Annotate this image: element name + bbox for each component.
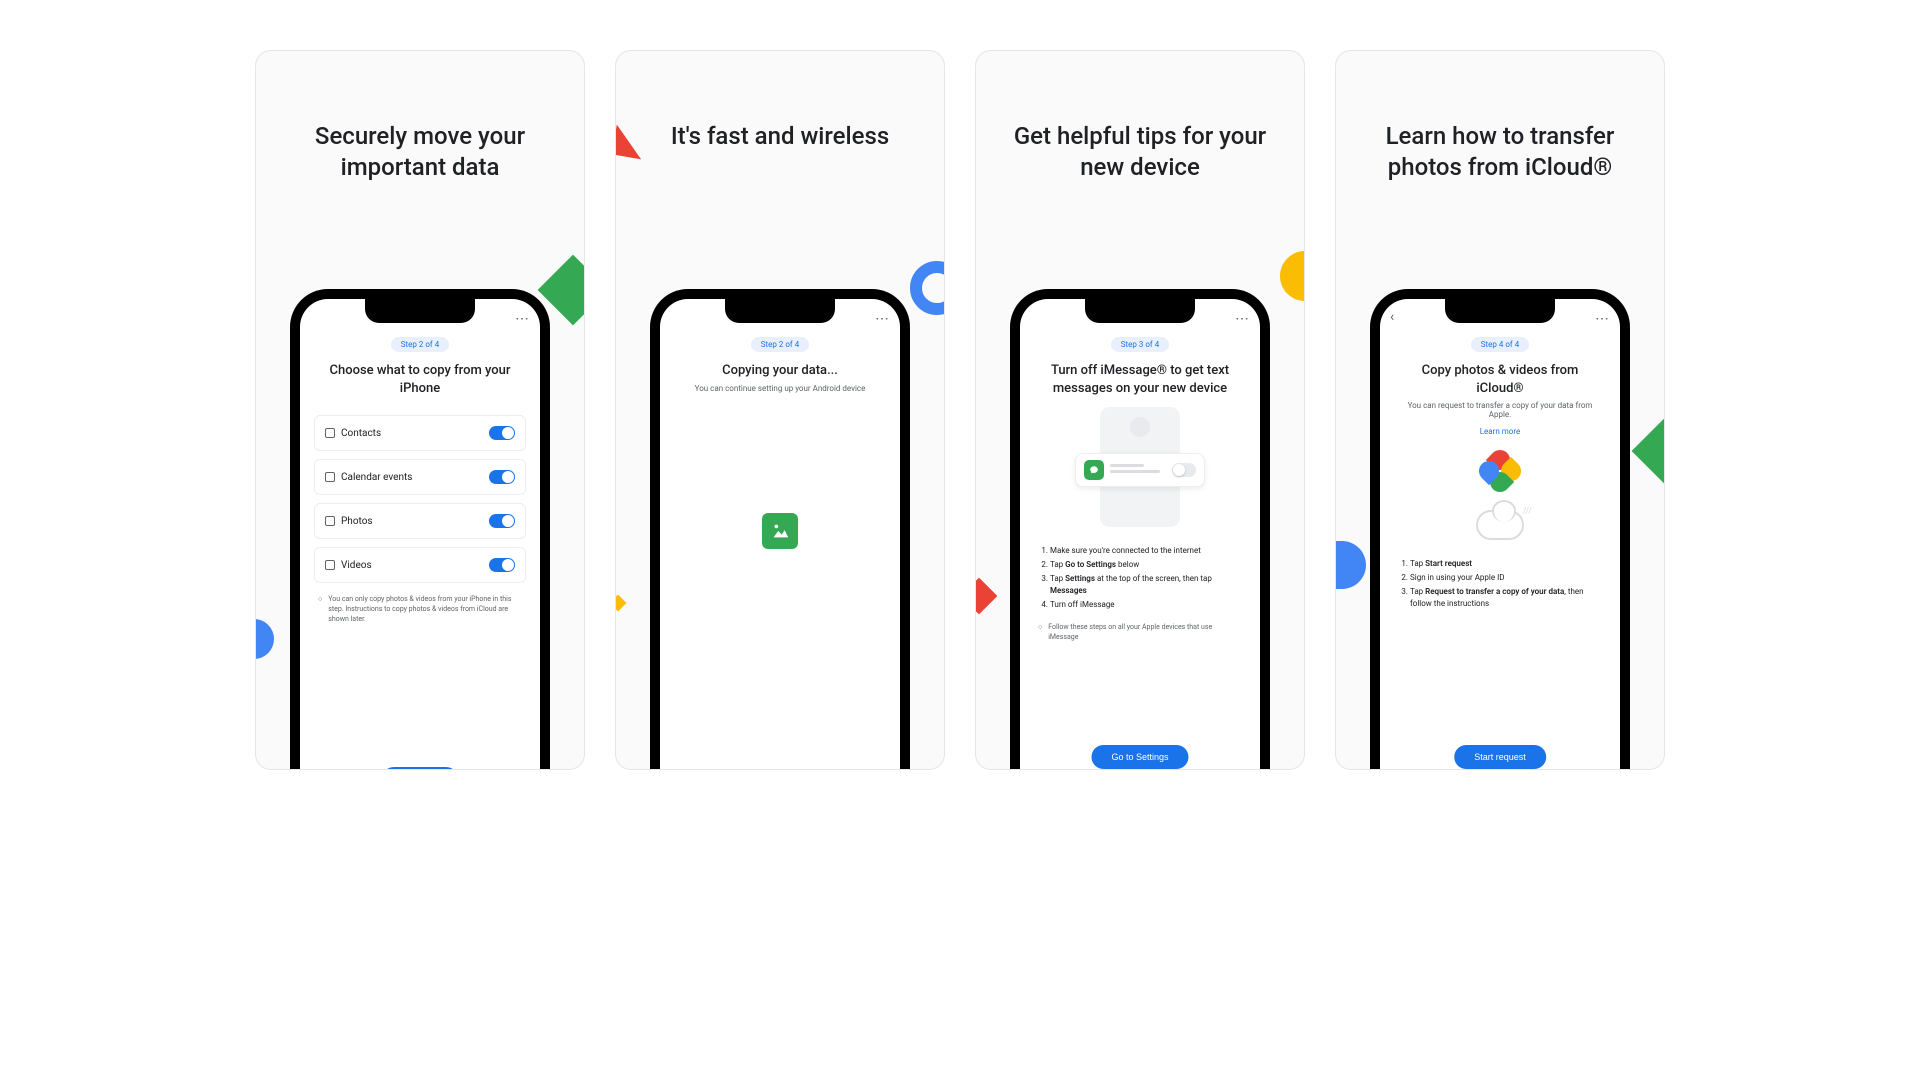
start-request-button[interactable]: Start request <box>1454 745 1546 769</box>
toggle-label: Contacts <box>341 428 381 439</box>
screen-heading: Choose what to copy from your iPhone <box>314 362 526 397</box>
phone-frame: ⋯ Step 2 of 4 Copying your data... You c… <box>650 289 910 770</box>
calendar-icon <box>325 472 335 482</box>
instructions-list: Make sure you're connected to the intern… <box>1034 545 1246 611</box>
decor-semicircle <box>1335 541 1366 589</box>
step-item: Sign in using your Apple ID <box>1410 572 1606 584</box>
decor-square <box>975 578 997 615</box>
back-icon[interactable]: ‹ <box>1390 309 1394 325</box>
decor-circle <box>255 619 274 659</box>
phone-screen: ⋯ Step 2 of 4 Choose what to copy from y… <box>300 299 540 770</box>
continue-button[interactable]: Continue <box>382 767 458 770</box>
toggle-switch[interactable] <box>489 558 515 572</box>
card-title: Get helpful tips for your new device <box>976 51 1304 203</box>
promo-card-4: Learn how to transfer photos from iCloud… <box>1335 50 1665 770</box>
screen-heading: Turn off iMessage® to get text messages … <box>1034 362 1246 397</box>
decor-square <box>615 595 626 612</box>
phone-notch <box>1445 299 1555 323</box>
screen-heading: Copying your data... <box>674 362 886 380</box>
screen-sub: You can continue setting up your Android… <box>674 384 886 393</box>
toggle-switch[interactable] <box>489 470 515 484</box>
more-icon[interactable]: ⋯ <box>875 311 890 327</box>
screenshot-gallery: Securely move your important data ⋯ Step… <box>0 0 1920 820</box>
step-item: Tap Settings at the top of the screen, t… <box>1050 573 1246 597</box>
phone-frame: ‹ ⋯ Step 4 of 4 Copy photos & videos fro… <box>1370 289 1630 770</box>
step-badge: Step 2 of 4 <box>391 337 449 352</box>
promo-card-1: Securely move your important data ⋯ Step… <box>255 50 585 770</box>
contacts-icon <box>325 428 335 438</box>
toggle-label: Videos <box>341 560 372 571</box>
step-badge: Step 2 of 4 <box>751 337 809 352</box>
google-photos-icon <box>1479 450 1521 492</box>
step-badge: Step 4 of 4 <box>1471 337 1529 352</box>
decor-diamond <box>1632 409 1665 494</box>
promo-card-3: Get helpful tips for your new device ⋯ S… <box>975 50 1305 770</box>
messages-icon <box>1084 460 1104 480</box>
info-note: You can only copy photos & videos from y… <box>314 595 526 624</box>
decor-triangle <box>615 125 646 160</box>
toggle-photos[interactable]: Photos <box>314 503 526 539</box>
decor-ring <box>910 261 945 315</box>
toggle-calendar[interactable]: Calendar events <box>314 459 526 495</box>
imessage-toggle-off <box>1172 463 1196 477</box>
toggle-contacts[interactable]: Contacts <box>314 415 526 451</box>
step-item: Tap Go to Settings below <box>1050 559 1246 571</box>
instructions-list: Tap Start request Sign in using your App… <box>1394 558 1606 610</box>
imessage-graphic <box>1075 407 1205 527</box>
screen-sub: You can request to transfer a copy of yo… <box>1394 401 1606 419</box>
phone-frame: ⋯ Step 2 of 4 Choose what to copy from y… <box>290 289 550 770</box>
learn-more-link[interactable]: Learn more <box>1394 427 1606 436</box>
decor-circle <box>1280 251 1305 301</box>
photo-transfer-icon <box>762 513 798 549</box>
step-item: Tap Start request <box>1410 558 1606 570</box>
toggle-videos[interactable]: Videos <box>314 547 526 583</box>
phone-frame: ⋯ Step 3 of 4 Turn off iMessage® to get … <box>1010 289 1270 770</box>
photos-icon <box>325 516 335 526</box>
videos-icon <box>325 560 335 570</box>
screen-heading: Copy photos & videos from iCloud® <box>1394 362 1606 397</box>
more-icon[interactable]: ⋯ <box>515 311 530 327</box>
card-title: It's fast and wireless <box>616 51 944 172</box>
step-item: Make sure you're connected to the intern… <box>1050 545 1246 557</box>
toggle-switch[interactable] <box>489 514 515 528</box>
phone-screen: ‹ ⋯ Step 4 of 4 Copy photos & videos fro… <box>1380 299 1620 770</box>
step-item: Turn off iMessage <box>1050 599 1246 611</box>
toggle-label: Photos <box>341 516 373 527</box>
more-icon[interactable]: ⋯ <box>1235 311 1250 327</box>
step-badge: Step 3 of 4 <box>1111 337 1169 352</box>
step-item: Tap Request to transfer a copy of your d… <box>1410 586 1606 610</box>
phone-notch <box>365 299 475 323</box>
phone-screen: ⋯ Step 3 of 4 Turn off iMessage® to get … <box>1020 299 1260 770</box>
info-note: Follow these steps on all your Apple dev… <box>1034 623 1246 643</box>
toggle-switch[interactable] <box>489 426 515 440</box>
phone-notch <box>1085 299 1195 323</box>
go-to-settings-button[interactable]: Go to Settings <box>1091 745 1188 769</box>
promo-card-2: It's fast and wireless ⋯ Step 2 of 4 Cop… <box>615 50 945 770</box>
phone-notch <box>725 299 835 323</box>
card-title: Securely move your important data <box>256 51 584 203</box>
cloud-icon: /// <box>1476 510 1524 540</box>
toggle-label: Calendar events <box>341 472 412 483</box>
more-icon[interactable]: ⋯ <box>1595 311 1610 327</box>
phone-screen: ⋯ Step 2 of 4 Copying your data... You c… <box>660 299 900 770</box>
card-title: Learn how to transfer photos from iCloud… <box>1336 51 1664 203</box>
